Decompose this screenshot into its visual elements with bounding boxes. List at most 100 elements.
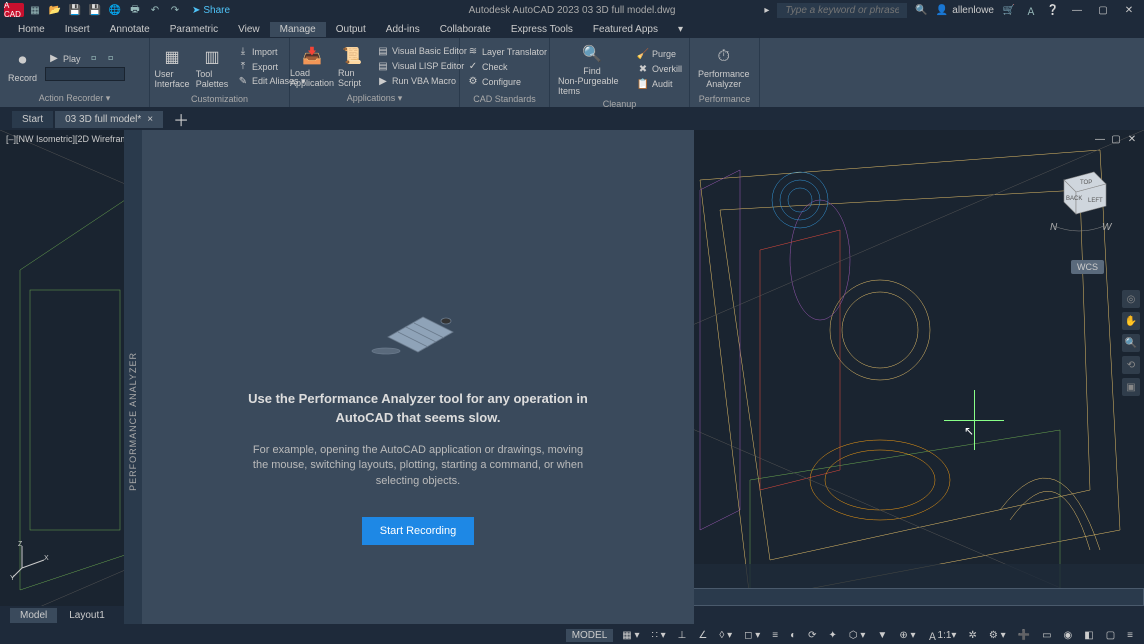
minimize-button[interactable]: ― [1068, 2, 1086, 18]
cycling-icon[interactable]: ⟳ [805, 630, 819, 641]
navigation-bar: ◎ ✋ 🔍 ⟲ ▣ [1122, 290, 1142, 396]
search-dropdown-icon[interactable]: ▸ [764, 5, 769, 16]
annoscale-icon[interactable]: Ａ 1:1 ▾ [925, 628, 960, 643]
isolate-icon[interactable]: ◧ [1081, 630, 1096, 641]
find-nonpurgeable-button[interactable]: 🔍FindNon-Purgeable Items [554, 40, 630, 98]
menu-insert[interactable]: Insert [55, 22, 100, 37]
panel-action-recorder[interactable]: Action Recorder ▾ [4, 92, 145, 105]
layout-tab-1[interactable]: Layout1 [59, 608, 115, 623]
redo-icon[interactable]: ↷ [168, 3, 182, 17]
app-icon[interactable]: A CAD [4, 3, 24, 17]
tab-document[interactable]: 03 3D full model* × [55, 111, 163, 128]
nav-showmotion-icon[interactable]: ▣ [1122, 378, 1140, 396]
share-button[interactable]: ➤ Share [192, 5, 230, 16]
gizmo-icon[interactable]: ⊕ ▾ [896, 630, 918, 641]
tool-palettes-button[interactable]: ▥Tool Palettes [194, 43, 230, 91]
menu-output[interactable]: Output [326, 22, 376, 37]
overkill-button[interactable]: ✖Overkill [634, 62, 685, 76]
panel-applications[interactable]: Applications ▾ [294, 92, 455, 105]
monitor-icon[interactable]: ➕ [1015, 630, 1033, 641]
nav-pan-icon[interactable]: ✋ [1122, 312, 1140, 330]
maximize-button[interactable]: ▢ [1094, 2, 1112, 18]
cui-button[interactable]: ▦User Interface [154, 43, 190, 91]
3dosnap-icon[interactable]: ✦ [826, 630, 840, 641]
ar-opt1-icon[interactable]: ▫ [87, 52, 101, 66]
hardware-icon[interactable]: ◉ [1061, 630, 1076, 641]
snap-icon[interactable]: ∷ ▾ [649, 630, 669, 641]
vbe-button[interactable]: ▤Visual Basic Editor [374, 44, 470, 58]
check-button[interactable]: ✓Check [464, 60, 550, 74]
layout-tab-model[interactable]: Model [10, 608, 57, 623]
web-icon[interactable]: 🌐 [108, 3, 122, 17]
play-button[interactable]: ▶Play [45, 52, 84, 66]
menu-featured-apps[interactable]: Featured Apps [583, 22, 668, 37]
open-icon[interactable]: 📂 [48, 3, 62, 17]
menu-overflow-icon[interactable]: ▾ [668, 22, 693, 37]
plot-icon[interactable]: 🖶 [128, 3, 142, 17]
vp-close-icon[interactable]: ✕ [1126, 133, 1138, 145]
cart-icon[interactable]: 🛒 [1002, 3, 1016, 17]
menu-manage[interactable]: Manage [270, 22, 326, 37]
polar-icon[interactable]: ∠ [695, 630, 710, 641]
viewport-label[interactable]: [–][NW Isometric][2D Wireframe] [6, 134, 136, 144]
filter-icon[interactable]: ▼ [874, 630, 890, 641]
user-menu[interactable]: 👤 allenlowe [936, 5, 994, 16]
help-icon[interactable]: ❔ [1046, 3, 1060, 17]
app-store-icon[interactable]: Ａ [1024, 3, 1038, 17]
vp-restore-icon[interactable]: ▢ [1110, 133, 1122, 145]
save-icon[interactable]: 💾 [68, 3, 82, 17]
menu-annotate[interactable]: Annotate [100, 22, 160, 37]
purge-button[interactable]: 🧹Purge [634, 47, 685, 61]
cleanscreen-icon[interactable]: ▢ [1103, 630, 1118, 641]
user-name: allenlowe [952, 5, 994, 16]
menu-add-ins[interactable]: Add-ins [376, 22, 430, 37]
nav-wheel-icon[interactable]: ◎ [1122, 290, 1140, 308]
tab-close-icon[interactable]: × [147, 114, 153, 125]
search-input[interactable] [777, 3, 907, 18]
grid-icon[interactable]: ▦ ▾ [619, 630, 642, 641]
units-icon[interactable]: ▭ [1039, 630, 1054, 641]
vlisp-button[interactable]: ▤Visual LISP Editor [374, 59, 470, 73]
workspace-icon[interactable]: ⚙ ▾ [986, 630, 1009, 641]
menu-collaborate[interactable]: Collaborate [430, 22, 501, 37]
nav-zoom-icon[interactable]: 🔍 [1122, 334, 1140, 352]
start-recording-button[interactable]: Start Recording [362, 517, 474, 545]
layer-translator-button[interactable]: ≋Layer Translator [464, 45, 550, 59]
isodraft-icon[interactable]: ◊ ▾ [716, 630, 735, 641]
ucs-icon[interactable]: Z X Y [10, 540, 50, 580]
tab-start[interactable]: Start [12, 111, 53, 128]
saveas-icon[interactable]: 💾 [88, 3, 102, 17]
load-app-button[interactable]: 📥Load Application [294, 42, 330, 90]
vba-button[interactable]: ▶Run VBA Macro [374, 74, 470, 88]
undo-icon[interactable]: ↶ [148, 3, 162, 17]
customize-icon[interactable]: ≡ [1124, 630, 1136, 641]
transparency-icon[interactable]: ◐ [787, 630, 799, 641]
record-button[interactable]: ⏺ Record [4, 47, 41, 85]
perf-title-bar[interactable]: PERFORMANCE ANALYZER [124, 130, 142, 624]
menu-express-tools[interactable]: Express Tools [501, 22, 583, 37]
osnap-icon[interactable]: ◻ ▾ [741, 630, 763, 641]
action-dropdown[interactable] [45, 67, 125, 81]
annovisibility-icon[interactable]: ✲ [965, 630, 979, 641]
ortho-icon[interactable]: ⊥ [675, 630, 690, 641]
wcs-badge[interactable]: WCS [1071, 260, 1104, 274]
configure-button[interactable]: ⚙Configure [464, 75, 550, 89]
dynamic-ucs-icon[interactable]: ⬡ ▾ [846, 630, 869, 641]
vp-minimize-icon[interactable]: ― [1094, 133, 1106, 145]
check-label: Check [482, 62, 508, 72]
lineweight-icon[interactable]: ≡ [769, 630, 781, 641]
menu-home[interactable]: Home [8, 22, 55, 37]
menu-view[interactable]: View [228, 22, 270, 37]
performance-analyzer-button[interactable]: ⏱PerformanceAnalyzer [694, 43, 754, 91]
menu-parametric[interactable]: Parametric [160, 22, 228, 37]
close-button[interactable]: ✕ [1120, 2, 1138, 18]
run-script-button[interactable]: 📜Run Script [334, 42, 370, 90]
viewcube[interactable]: TOP BACK LEFT N W [1044, 160, 1114, 240]
ar-opt2-icon[interactable]: ▫ [104, 52, 118, 66]
drawing-area[interactable]: [–][NW Isometric][2D Wireframe] ― ▢ ✕ PE… [0, 130, 1144, 624]
nav-orbit-icon[interactable]: ⟲ [1122, 356, 1140, 374]
status-model[interactable]: MODEL [566, 629, 614, 642]
search-icon[interactable]: 🔍 [915, 5, 927, 16]
audit-button[interactable]: 📋Audit [634, 77, 685, 91]
new-icon[interactable]: ▦ [28, 3, 42, 17]
